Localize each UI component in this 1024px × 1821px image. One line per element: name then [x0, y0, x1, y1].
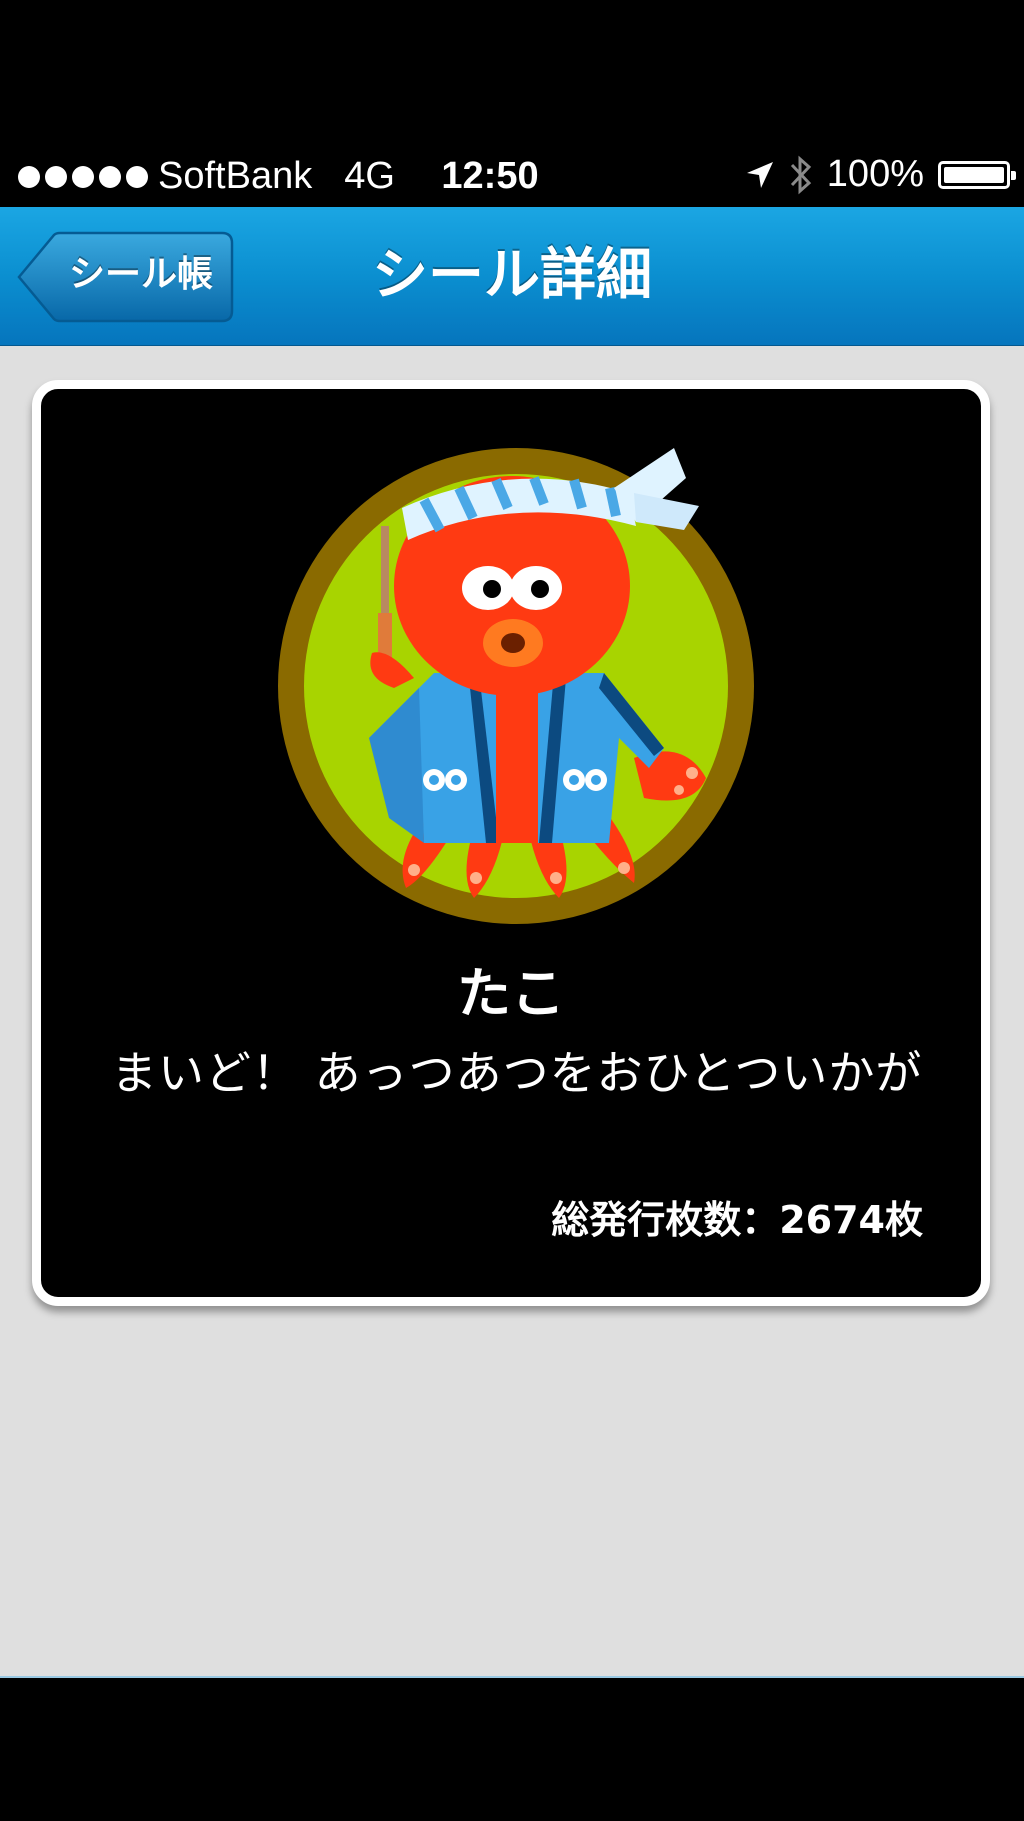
status-time: 12:50 [441, 155, 539, 197]
sticker-name: たこ [457, 962, 565, 1025]
location-arrow-icon [746, 161, 773, 188]
battery-fill [944, 166, 1004, 183]
battery-icon [938, 160, 1016, 189]
navigation-bar: シール詳細 シール帳 [0, 207, 1024, 346]
back-button-label: シール帳 [68, 254, 213, 295]
battery-percent: 100% [826, 153, 924, 195]
bluetooth-icon [790, 155, 811, 194]
top-letterbox [0, 0, 1024, 143]
total-issued-count: 総発行枚数：2674枚 [551, 1198, 923, 1242]
sticker-message: まいど！ あっつあつをおひとついかが [111, 1046, 923, 1100]
status-right: 100% [745, 153, 1016, 196]
bottom-letterbox [0, 1678, 1024, 1821]
content-area: たこ まいど！ あっつあつをおひとついかが 総発行枚数：2674枚 [0, 346, 1024, 1678]
octopus-sticker-image [278, 448, 754, 924]
sticker-card: たこ まいど！ あっつあつをおひとついかが 総発行枚数：2674枚 [32, 380, 990, 1306]
back-button[interactable]: シール帳 [16, 231, 234, 323]
status-bar: SoftBank 4G 12:50 100% [0, 143, 1024, 207]
